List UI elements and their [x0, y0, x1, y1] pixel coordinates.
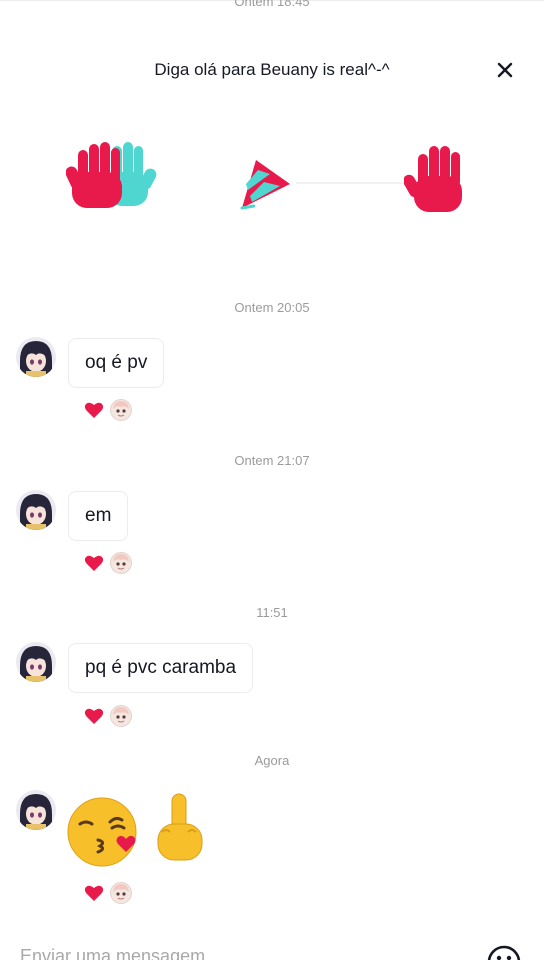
message-text: oq é pv	[85, 352, 148, 373]
message-reaction[interactable]	[84, 703, 132, 729]
message-text: pq é pvc caramba	[85, 657, 237, 678]
reactor-avatar	[110, 552, 132, 574]
avatar[interactable]	[16, 790, 56, 830]
reactor-avatar	[110, 882, 132, 904]
timestamp: 11:51	[256, 605, 288, 620]
message-reaction[interactable]	[84, 397, 132, 423]
avatar-image	[16, 490, 56, 530]
avatar[interactable]	[16, 642, 56, 682]
reactor-avatar	[110, 399, 132, 421]
avatar[interactable]	[16, 337, 56, 377]
close-button[interactable]	[492, 57, 518, 83]
message-reaction[interactable]	[84, 880, 132, 906]
sticker-connector-line	[296, 182, 404, 184]
smiley-icon[interactable]	[486, 944, 522, 960]
middle-finger-emoji	[157, 793, 203, 861]
greeting-title: Diga olá para Beuany is real^-^	[154, 60, 390, 79]
message-reaction[interactable]	[84, 550, 132, 576]
avatar-image	[16, 337, 56, 377]
avatar-image	[16, 790, 56, 830]
message-composer	[0, 932, 544, 960]
message-bubble[interactable]: oq é pv	[68, 338, 165, 388]
emoji-message[interactable]	[66, 790, 216, 870]
timestamp: Ontem 20:05	[234, 300, 310, 315]
waving-hand-sticker[interactable]	[404, 140, 474, 216]
timestamp: Agora	[254, 753, 290, 768]
high-five-hands-sticker[interactable]	[66, 136, 158, 216]
kissing-face-emoji	[67, 797, 137, 867]
heart-icon	[84, 885, 104, 901]
close-icon	[497, 62, 513, 78]
message-bubble[interactable]: pq é pvc caramba	[68, 643, 254, 693]
timestamp: Ontem 21:07	[234, 453, 310, 468]
message-input[interactable]	[20, 946, 420, 960]
heart-icon	[84, 402, 104, 418]
reactor-avatar	[110, 705, 132, 727]
message-bubble[interactable]: em	[68, 491, 129, 541]
avatar[interactable]	[16, 490, 56, 530]
party-hat-sticker[interactable]	[234, 154, 296, 214]
message-text: em	[85, 505, 112, 526]
chat-screen: Ontem 18:45 Diga olá para Beuany is real…	[0, 0, 544, 960]
greeting-stickers	[0, 130, 544, 220]
avatar-image	[16, 642, 56, 682]
heart-icon	[84, 555, 104, 571]
heart-icon	[84, 708, 104, 724]
timestamp-top: Ontem 18:45	[234, 0, 310, 9]
